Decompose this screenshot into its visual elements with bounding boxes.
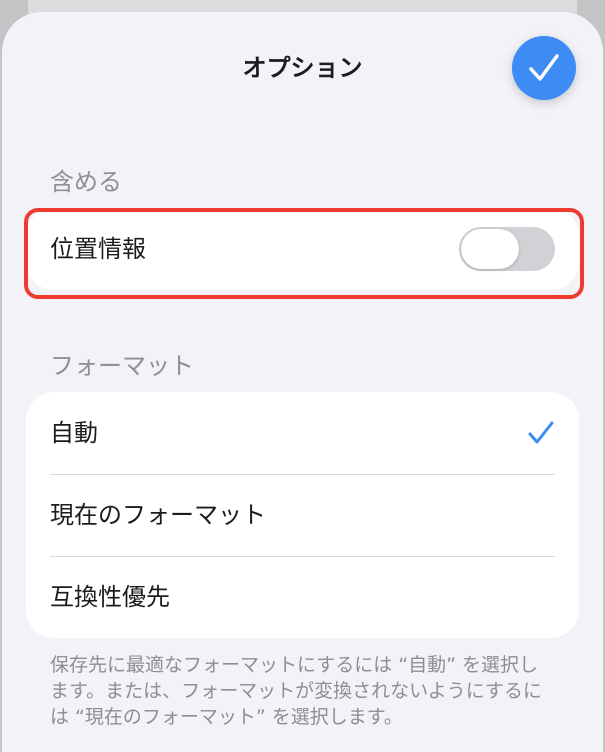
format-option-current[interactable]: 現在のフォーマット — [26, 474, 579, 556]
options-sheet: オプション 含める 位置情報 フォーマット 自動 現在のフォーマット 互換性優先… — [2, 12, 603, 752]
format-option-label: 互換性優先 — [50, 583, 170, 611]
selected-checkmark-icon — [528, 421, 554, 444]
toggle-knob — [461, 229, 519, 269]
format-option-label: 自動 — [50, 419, 98, 447]
location-toggle[interactable] — [459, 227, 555, 271]
format-option-label: 現在のフォーマット — [50, 501, 266, 529]
include-group: 位置情報 — [26, 208, 579, 290]
format-group: 自動 現在のフォーマット 互換性優先 — [26, 392, 579, 638]
location-label: 位置情報 — [50, 235, 146, 263]
done-button[interactable] — [512, 36, 576, 100]
location-row: 位置情報 — [26, 208, 579, 290]
checkmark-icon — [529, 54, 559, 81]
format-option-compatible[interactable]: 互換性優先 — [26, 556, 579, 638]
format-footer-note: 保存先に最適なフォーマットにするには “自動” を選択します。または、フォーマッ… — [50, 654, 542, 728]
include-section-header: 含める — [50, 168, 122, 196]
format-section-header: フォーマット — [50, 352, 194, 380]
format-option-auto[interactable]: 自動 — [26, 392, 579, 474]
